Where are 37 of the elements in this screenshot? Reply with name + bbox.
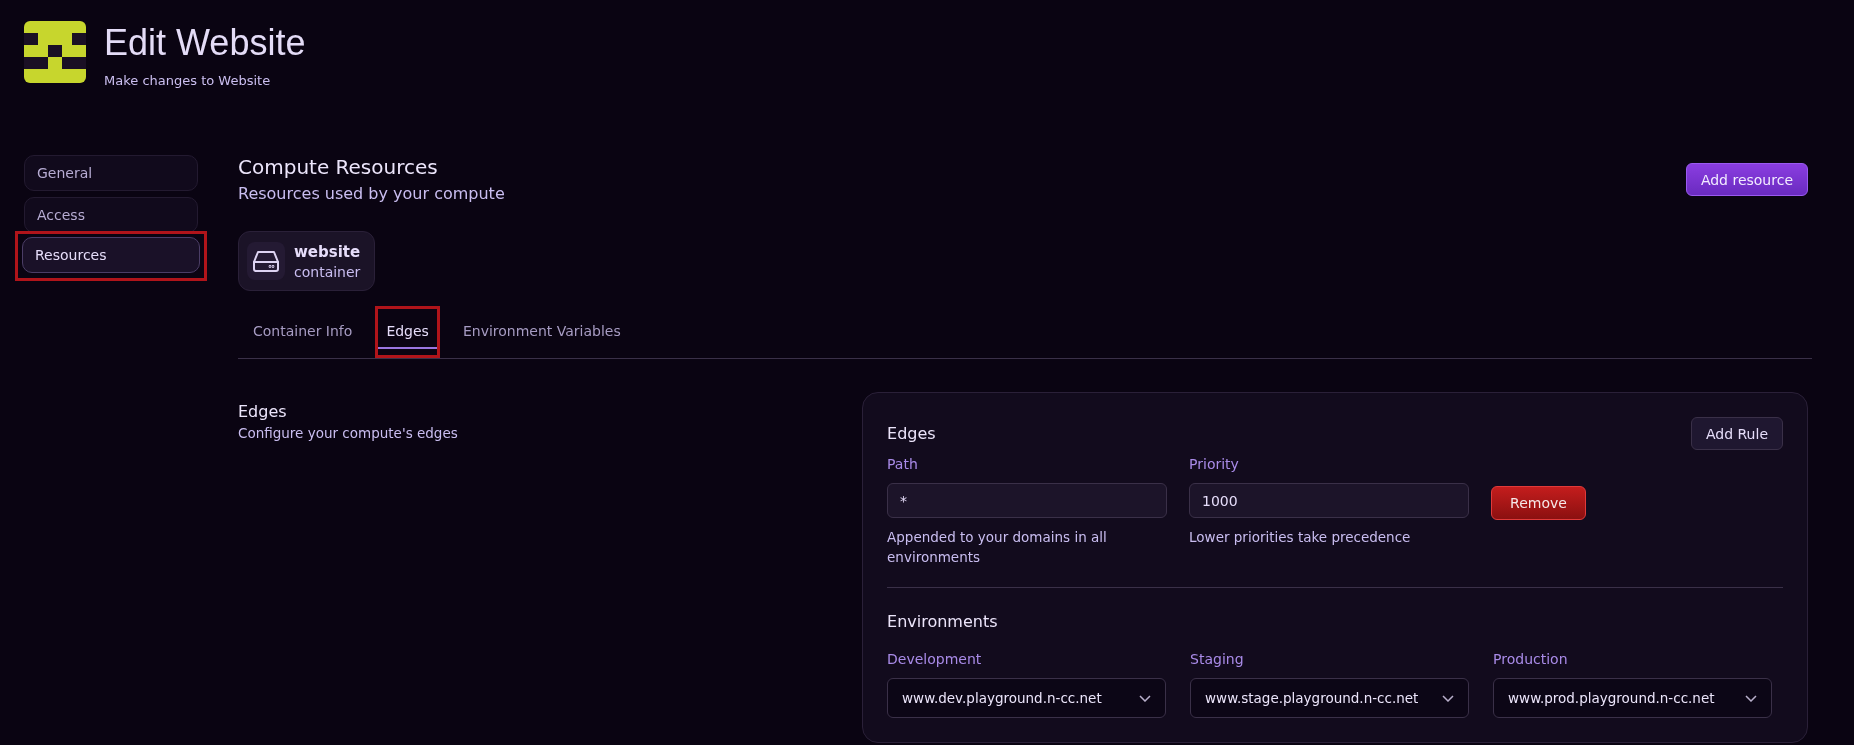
resource-type: container: [294, 263, 361, 280]
logo-icon: [24, 21, 86, 83]
domain-select[interactable]: www.prod.playground.n-cc.net: [1493, 678, 1773, 718]
section-title: Compute Resources: [238, 155, 439, 179]
drive-icon: [253, 250, 279, 272]
resource-name: website: [294, 242, 361, 261]
add-rule-button[interactable]: Add Rule: [1690, 417, 1783, 450]
priority-input[interactable]: 1000: [1189, 483, 1470, 518]
field-label: Development: [887, 651, 983, 667]
field-label: Production: [1493, 651, 1569, 667]
tab[interactable]: Container Info: [245, 314, 361, 349]
page-title: Edit Website: [104, 21, 306, 65]
sidebar-item[interactable]: Access: [24, 197, 198, 233]
section-subtitle: Resources used by your compute: [238, 184, 505, 203]
edges-heading: Edges: [238, 402, 288, 421]
field-label: Path: [887, 456, 919, 472]
sidebar-item[interactable]: Resources: [22, 237, 200, 273]
page-subtitle: Make changes to Website: [104, 73, 272, 88]
field-label: Priority: [1189, 456, 1240, 472]
chevron-down-icon: [1442, 694, 1455, 702]
help-text: Lower priorities take precedence: [1189, 528, 1412, 547]
chevron-down-icon: [1745, 694, 1758, 702]
sidebar-item[interactable]: General: [24, 155, 198, 191]
tab[interactable]: Edges: [378, 314, 437, 349]
edges-description: Configure your compute's edges: [238, 425, 459, 441]
field-label: Staging: [1190, 651, 1245, 667]
resource-card[interactable]: website container: [238, 231, 376, 291]
help-text: Appended to your domains in all environments: [887, 528, 1108, 567]
tab[interactable]: Environment Variables: [454, 314, 629, 349]
panel-title: Edges: [887, 424, 936, 443]
chevron-down-icon: [1139, 694, 1152, 702]
domain-select[interactable]: www.dev.playground.n-cc.net: [887, 678, 1167, 718]
path-input[interactable]: *: [887, 483, 1168, 518]
environments-heading: Environments: [887, 612, 999, 631]
remove-button[interactable]: Remove: [1491, 486, 1586, 520]
add-resource-button[interactable]: Add resource: [1685, 163, 1808, 196]
domain-select[interactable]: www.stage.playground.n-cc.net: [1190, 678, 1470, 718]
